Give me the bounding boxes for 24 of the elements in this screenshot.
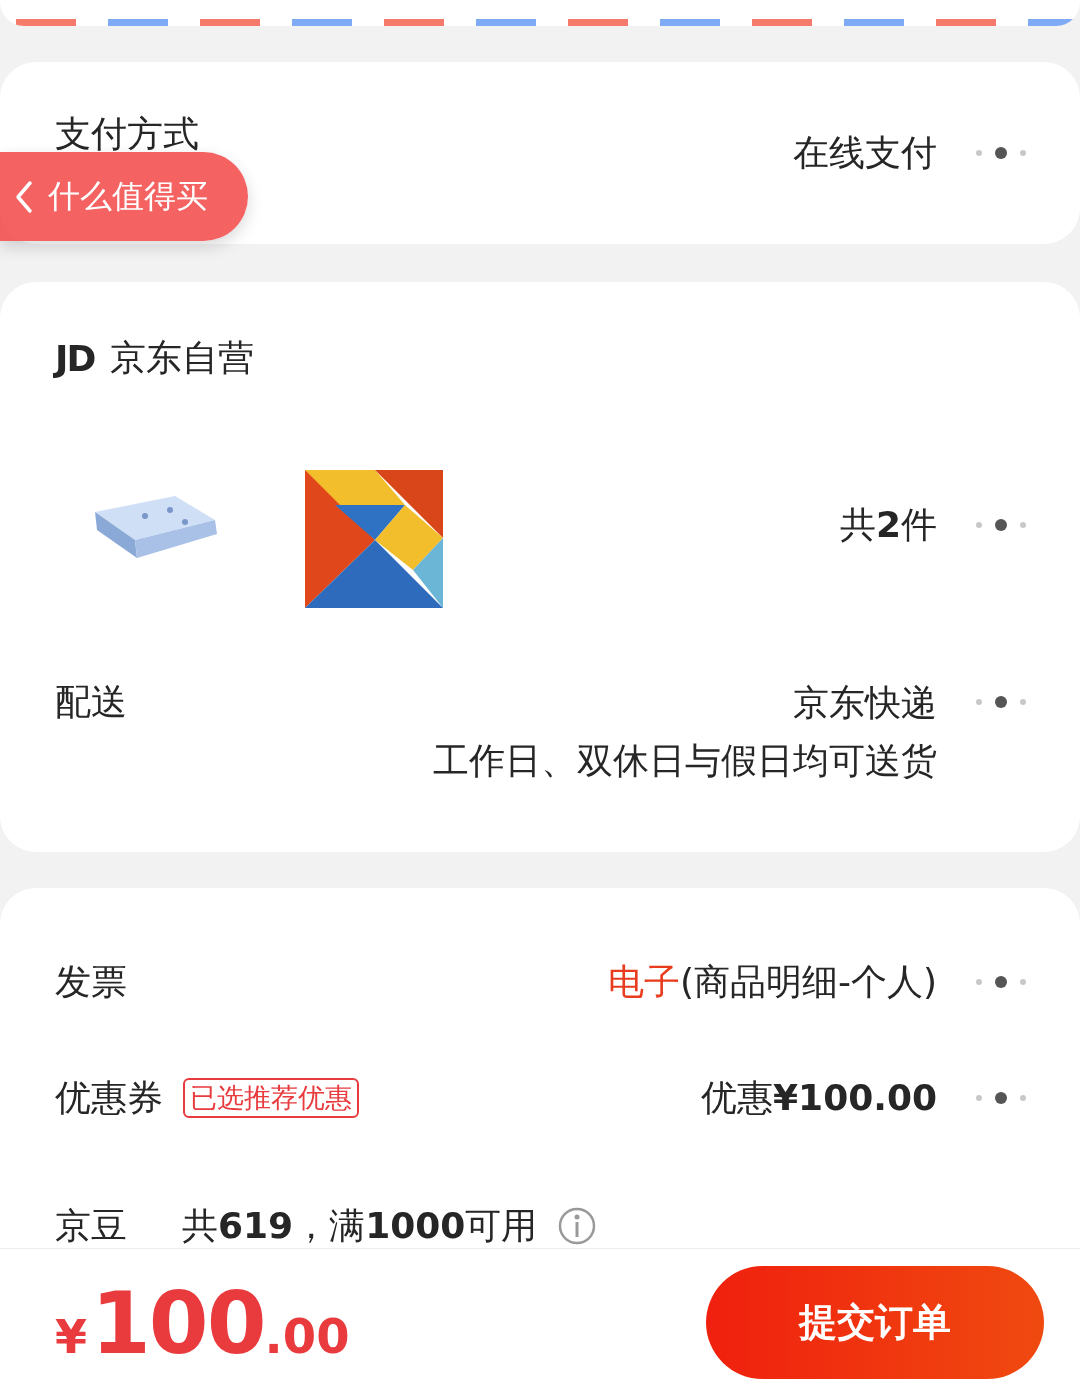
info-icon[interactable] — [557, 1206, 598, 1246]
payment-value[interactable]: 在线支付 — [793, 128, 937, 178]
total-price: ¥100.00 — [55, 1272, 350, 1373]
invoice-label: 发票 — [55, 959, 127, 1004]
more-icon[interactable] — [975, 1092, 1027, 1104]
more-icon[interactable] — [975, 519, 1027, 531]
back-icon — [14, 179, 34, 214]
shop-name: 京东自营 — [110, 335, 255, 380]
more-icon[interactable] — [975, 976, 1027, 988]
payment-label: 支付方式 — [55, 116, 199, 152]
more-icon[interactable] — [975, 147, 1027, 159]
delivery-label: 配送 — [55, 680, 127, 724]
coupon-tag: 已选推荐优惠 — [183, 1078, 359, 1118]
coupon-value[interactable]: 优惠¥100.00 — [701, 1073, 937, 1123]
item-count[interactable]: 共2件 — [839, 500, 937, 550]
invoice-value[interactable]: 电子(商品明细-个人) — [607, 957, 937, 1007]
delivery-method[interactable]: 京东快递 — [793, 674, 937, 732]
coupon-label: 优惠券 — [55, 1075, 163, 1120]
beans-label: 京豆 — [55, 1203, 127, 1248]
shop-logo: JD — [55, 337, 95, 379]
beans-value: 共619，满1000可用 — [182, 1203, 538, 1248]
delivery-note: 工作日、双休日与假日均可送货 — [433, 739, 937, 783]
submit-order-button[interactable]: 提交订单 — [706, 1266, 1044, 1379]
more-icon[interactable] — [975, 696, 1027, 708]
